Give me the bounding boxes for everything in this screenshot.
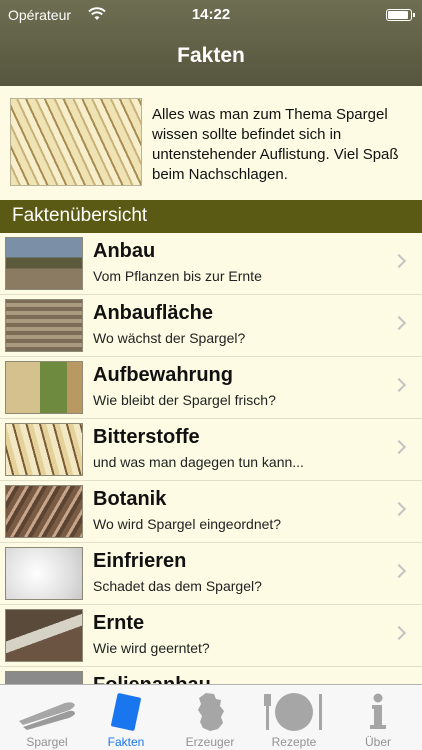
list-item[interactable]: Bitterstoffe und was man dagegen tun kan… — [0, 419, 422, 481]
item-thumbnail — [5, 299, 83, 352]
chevron-right-icon — [391, 439, 407, 455]
navigation-bar: Opérateur 14:22 Fakten — [0, 0, 422, 86]
germany-map-icon — [198, 693, 224, 731]
list-item[interactable]: Anbaufläche Wo wächst der Spargel? — [0, 295, 422, 357]
item-thumbnail — [5, 485, 83, 538]
item-subtitle: Wo wächst der Spargel? — [93, 330, 246, 346]
chevron-right-icon — [391, 501, 407, 517]
item-title: Ernte — [93, 612, 145, 634]
chevron-right-icon — [391, 315, 407, 331]
tab-label: Fakten — [107, 735, 145, 749]
info-icon — [370, 693, 386, 729]
item-title: Aufbewahrung — [93, 364, 233, 386]
list-item[interactable]: Folienanbau — [0, 667, 422, 684]
tab-rezepte[interactable]: Rezepte — [252, 685, 336, 750]
list-item[interactable]: Einfrieren Schadet das dem Spargel? — [0, 543, 422, 605]
section-header: Faktenübersicht — [0, 200, 422, 233]
item-title: Anbau — [93, 240, 156, 262]
chevron-right-icon — [391, 625, 407, 641]
item-subtitle: Wo wird Spargel eingeordnet? — [93, 516, 282, 532]
list-item[interactable]: Anbau Vom Pflanzen bis zur Ernte — [0, 233, 422, 295]
tab-fakten[interactable]: Fakten — [84, 685, 168, 750]
facts-list[interactable]: Anbau Vom Pflanzen bis zur Ernte Anbaufl… — [0, 233, 422, 684]
battery-icon — [386, 9, 415, 21]
item-subtitle: Schadet das dem Spargel? — [93, 578, 262, 594]
item-title: Bitterstoffe — [93, 426, 200, 448]
chevron-right-icon — [391, 377, 407, 393]
item-title: Einfrieren — [93, 550, 187, 572]
item-thumbnail — [5, 609, 83, 662]
list-item[interactable]: Aufbewahrung Wie bleibt der Spargel fris… — [0, 357, 422, 419]
plate-cutlery-icon — [264, 693, 322, 731]
status-bar: Opérateur 14:22 — [0, 0, 422, 30]
item-title: Anbaufläche — [93, 302, 214, 324]
item-thumbnail — [5, 423, 83, 476]
list-item[interactable]: Botanik Wo wird Spargel eingeordnet? — [0, 481, 422, 543]
tab-label: Rezepte — [271, 735, 317, 749]
item-subtitle: Wie bleibt der Spargel frisch? — [93, 392, 276, 408]
intro-panel: Alles was man zum Thema Spargel wissen s… — [0, 86, 422, 200]
clock-time: 14:22 — [191, 6, 231, 23]
asparagus-icon — [19, 702, 75, 730]
item-thumbnail — [5, 547, 83, 600]
tab-erzeuger[interactable]: Erzeuger — [168, 685, 252, 750]
chevron-right-icon — [391, 253, 407, 269]
item-thumbnail — [5, 671, 83, 684]
item-title: Botanik — [93, 488, 167, 510]
book-icon — [111, 693, 141, 731]
intro-text: Alles was man zum Thema Spargel wissen s… — [152, 106, 399, 183]
item-title: Folienanbau — [93, 674, 211, 684]
tab-ueber[interactable]: Über — [336, 685, 420, 750]
tab-bar: Spargel Fakten Erzeuger Rezepte Über — [0, 684, 422, 750]
list-item[interactable]: Ernte Wie wird geerntet? — [0, 605, 422, 667]
item-subtitle: und was man dagegen tun kann... — [93, 454, 304, 470]
tab-label: Erzeuger — [185, 735, 235, 749]
item-thumbnail — [5, 361, 83, 414]
asparagus-photo — [10, 98, 142, 186]
page-title: Fakten — [177, 44, 245, 67]
tab-label: Spargel — [26, 735, 68, 749]
item-thumbnail — [5, 237, 83, 290]
item-subtitle: Vom Pflanzen bis zur Ernte — [93, 268, 262, 284]
chevron-right-icon — [391, 563, 407, 579]
tab-label: Über — [364, 735, 391, 749]
tab-spargel[interactable]: Spargel — [5, 685, 89, 750]
item-subtitle: Wie wird geerntet? — [93, 640, 210, 656]
